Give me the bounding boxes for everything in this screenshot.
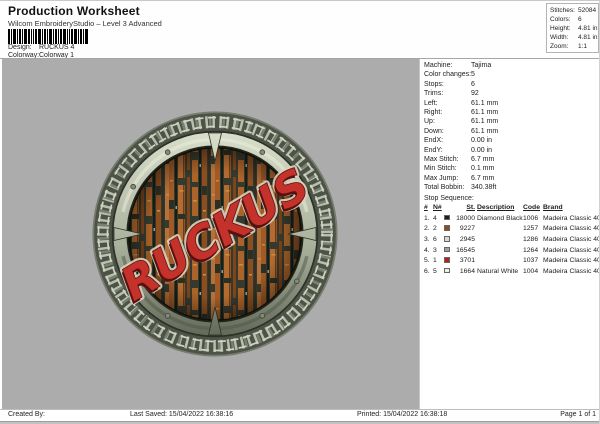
table-row-cell: 6. xyxy=(424,267,433,278)
table-row-cell: Madeira Classic 40 xyxy=(543,246,599,257)
col-header-n: N# xyxy=(433,203,444,214)
table-row-cell: 2945 xyxy=(455,235,477,246)
color-swatch xyxy=(444,215,450,221)
machine-row: Max Stitch:6.7 mm xyxy=(424,155,600,164)
table-row-cell: 1264 xyxy=(523,246,543,257)
color-swatch xyxy=(444,247,450,253)
design-name-row: Design:RUCKUS 4 xyxy=(8,44,74,51)
last-saved-text: Last Saved: 15/04/2022 16:38:16 xyxy=(130,411,233,418)
color-swatch xyxy=(444,268,450,274)
table-row-cell xyxy=(444,224,455,235)
table-row-cell: 2. xyxy=(424,224,433,235)
barcode-image xyxy=(8,29,88,44)
app-subtitle: Wilcom EmbroideryStudio – Level 3 Advanc… xyxy=(8,19,162,28)
table-row-cell xyxy=(444,246,455,257)
table-row-cell: 1. xyxy=(424,214,433,225)
stat-width: Width:4.81 in xyxy=(550,33,598,42)
table-row-cell: 16545 xyxy=(455,246,477,257)
design-value: RUCKUS 4 xyxy=(39,44,74,51)
col-header-st: St. xyxy=(455,203,477,214)
stop-sequence-title: Stop Sequence: xyxy=(424,194,600,204)
machine-row: EndY:0.00 in xyxy=(424,146,600,155)
color-swatch xyxy=(444,225,450,231)
table-row-cell xyxy=(477,235,523,246)
table-row-cell: Madeira Classic 40 xyxy=(543,256,599,267)
machine-row: Color changes:5 xyxy=(424,70,600,79)
table-row-cell: 1286 xyxy=(523,235,543,246)
table-row-cell: 1664 xyxy=(455,267,477,278)
table-row-cell: 1257 xyxy=(523,224,543,235)
machine-row: Total Bobbin:340.38ft xyxy=(424,183,600,192)
col-header-brand: Brand xyxy=(543,203,599,214)
table-row-cell: 9227 xyxy=(455,224,477,235)
table-row-cell: 4 xyxy=(433,214,444,225)
col-header-swatch xyxy=(444,203,455,214)
col-header-code: Code xyxy=(523,203,543,214)
table-row-cell: Diamond Black xyxy=(477,214,523,225)
color-swatch xyxy=(444,257,450,263)
printed-text: Printed: 15/04/2022 16:38:18 xyxy=(357,411,447,418)
machine-row: Right:61.1 mm xyxy=(424,108,600,117)
table-row-cell xyxy=(444,235,455,246)
design-stats-box: Stitches:52084 Colors:6 Height:4.81 in W… xyxy=(546,3,599,53)
table-row-cell: Madeira Classic 40 xyxy=(543,235,599,246)
table-row-cell xyxy=(477,246,523,257)
machine-info-panel: Machine:Tajima Color changes:5 Stops:6 T… xyxy=(419,59,600,409)
production-worksheet-page: Production Worksheet Wilcom EmbroiderySt… xyxy=(0,0,600,424)
stat-zoom: Zoom:1:1 xyxy=(550,42,598,51)
table-row-cell: Madeira Classic 40 xyxy=(543,267,599,278)
design-label: Design: xyxy=(8,44,39,51)
table-row-cell xyxy=(477,256,523,267)
page-footer: Created By: Last Saved: 15/04/2022 16:38… xyxy=(0,411,600,421)
table-row-cell: 3. xyxy=(424,235,433,246)
machine-row: Min Stitch:0.1 mm xyxy=(424,164,600,173)
created-by-label: Created By: xyxy=(8,411,45,418)
table-row-cell xyxy=(444,214,455,225)
table-row-cell: 1037 xyxy=(523,256,543,267)
color-swatch xyxy=(444,236,450,242)
table-row-cell xyxy=(444,256,455,267)
col-header-description: Description xyxy=(477,203,523,214)
stat-colors: Colors:6 xyxy=(550,15,598,24)
stat-stitches: Stitches:52084 xyxy=(550,6,598,15)
content-bottom-divider xyxy=(0,409,600,410)
table-row-cell: Madeira Classic 40 xyxy=(543,214,599,225)
table-row-cell: 1006 xyxy=(523,214,543,225)
table-row-cell: 6 xyxy=(433,235,444,246)
table-row-cell: 1 xyxy=(433,256,444,267)
table-row-cell: 18000 xyxy=(455,214,477,225)
table-row-cell: 3 xyxy=(433,246,444,257)
design-canvas: RUCKUS RUCKUS RUCKUS xyxy=(2,59,419,409)
table-row-cell: 2 xyxy=(433,224,444,235)
table-row-cell xyxy=(444,267,455,278)
machine-row: Trims:92 xyxy=(424,89,600,98)
machine-row: EndX:0.00 in xyxy=(424,136,600,145)
stat-height: Height:4.81 in xyxy=(550,24,598,33)
machine-row: Left:61.1 mm xyxy=(424,99,600,108)
emblem-preview: RUCKUS RUCKUS RUCKUS xyxy=(2,59,419,409)
table-row-cell: Natural White xyxy=(477,267,523,278)
table-row-cell: 5 xyxy=(433,267,444,278)
machine-row: Max Jump:6.7 mm xyxy=(424,174,600,183)
machine-row: Stops:6 xyxy=(424,80,600,89)
stop-sequence-table: # N# St. Description Code Brand 1. 4 180… xyxy=(424,203,600,277)
page-title: Production Worksheet xyxy=(8,4,140,18)
machine-row: Down:61.1 mm xyxy=(424,127,600,136)
table-row-cell: 5. xyxy=(424,256,433,267)
machine-row: Machine:Tajima xyxy=(424,61,600,70)
table-row-cell: 4. xyxy=(424,246,433,257)
page-number: Page 1 of 1 xyxy=(560,411,596,418)
machine-row: Up:61.1 mm xyxy=(424,117,600,126)
table-row-cell: 3701 xyxy=(455,256,477,267)
table-row-cell xyxy=(477,224,523,235)
table-row-cell: Madeira Classic 40 xyxy=(543,224,599,235)
table-row-cell: 1004 xyxy=(523,267,543,278)
col-header-num: # xyxy=(424,203,433,214)
